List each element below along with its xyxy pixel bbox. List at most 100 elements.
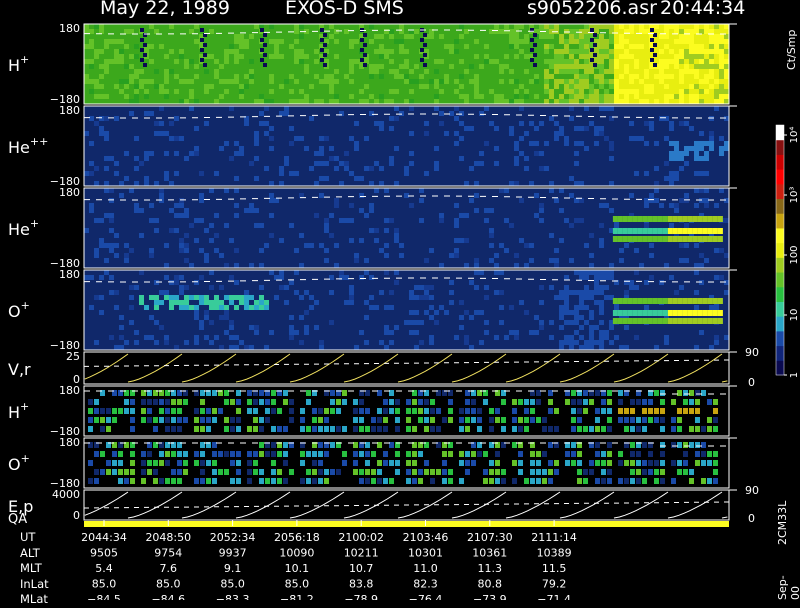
- heat-cell: [404, 171, 409, 176]
- heat-cell: [524, 54, 529, 59]
- block-cell: [206, 426, 211, 432]
- heat-cell: [454, 248, 459, 253]
- block-cell: [548, 426, 553, 432]
- heat-cell: [143, 53, 147, 57]
- heat-cell: [559, 345, 564, 350]
- heat-cell: [659, 203, 664, 208]
- block-cell: [618, 390, 623, 396]
- heat-cell: [114, 49, 119, 54]
- heat-cell: [214, 300, 219, 305]
- heat-cell: [294, 49, 299, 54]
- block-cell: [442, 478, 447, 484]
- heat-cell: [524, 310, 529, 315]
- heat-cell: [719, 84, 724, 89]
- heat-cell: [224, 295, 229, 300]
- block-cell: [554, 460, 559, 466]
- heat-cell: [669, 54, 674, 59]
- heat-cell: [699, 84, 704, 89]
- heat-cell: [234, 74, 239, 79]
- heat-cell: [699, 89, 704, 94]
- heat-cell: [264, 166, 269, 171]
- heat-cell: [99, 131, 104, 136]
- block-cell: [236, 408, 241, 414]
- heat-cell: [699, 99, 704, 104]
- heat-cell: [109, 198, 114, 203]
- heat-cell: [694, 290, 699, 295]
- heat-cell: [624, 89, 629, 94]
- heat-cell: [657, 228, 663, 234]
- panel-label-sup: +: [30, 217, 39, 230]
- heat-cell: [574, 79, 579, 84]
- heat-cell: [669, 49, 674, 54]
- heat-cell: [684, 24, 689, 29]
- heat-cell: [379, 181, 384, 186]
- heat-cell: [389, 305, 394, 310]
- block-cell: [230, 478, 235, 484]
- heat-cell: [363, 33, 367, 37]
- heat-cell: [204, 228, 209, 233]
- block-cell: [389, 478, 394, 484]
- heat-cell: [624, 59, 629, 64]
- heat-cell: [199, 320, 204, 325]
- heat-cell: [154, 84, 159, 89]
- block-cell: [654, 460, 659, 466]
- heat-cell: [239, 300, 244, 305]
- heat-cell: [574, 290, 579, 295]
- heat-cell: [249, 208, 254, 213]
- heat-cell: [99, 24, 104, 29]
- heat-cell: [214, 99, 219, 104]
- heat-cell: [414, 79, 419, 84]
- heat-cell: [219, 79, 224, 84]
- block-cell: [607, 390, 612, 396]
- block-cell: [183, 469, 188, 475]
- heat-cell: [569, 258, 574, 263]
- heat-cell: [409, 34, 414, 39]
- heat-cell: [564, 141, 569, 146]
- heat-cell: [574, 59, 579, 64]
- heat-cell: [159, 300, 164, 305]
- heat-cell: [544, 49, 549, 54]
- heat-cell: [674, 84, 679, 89]
- heat-cell: [609, 79, 614, 84]
- block-cell: [459, 408, 464, 414]
- heat-cell: [104, 181, 109, 186]
- heat-cell: [474, 74, 479, 79]
- block-cell: [530, 408, 535, 414]
- block-cell: [501, 399, 506, 405]
- heat-cell: [294, 79, 299, 84]
- heat-cell: [469, 198, 474, 203]
- heat-cell: [384, 243, 389, 248]
- heat-cell: [544, 34, 549, 39]
- heat-cell: [189, 295, 194, 300]
- block-cell: [112, 469, 117, 475]
- heat-cell: [594, 340, 599, 345]
- block-cell: [483, 399, 488, 405]
- heat-cell: [664, 340, 669, 345]
- heat-cell: [84, 228, 89, 233]
- heat-cell: [519, 198, 524, 203]
- block-cell: [259, 451, 264, 457]
- heat-cell: [264, 106, 269, 111]
- heat-cell: [104, 166, 109, 171]
- block-cell: [106, 417, 111, 423]
- heat-cell: [224, 141, 229, 146]
- heat-cell: [334, 166, 339, 171]
- block-cell: [595, 426, 600, 432]
- heat-cell: [679, 49, 684, 54]
- block-cell: [577, 469, 582, 475]
- heat-cell: [709, 89, 714, 94]
- block-cell: [259, 399, 264, 405]
- orbit-value-inlat: 82.3: [413, 578, 438, 591]
- heat-cell: [134, 89, 139, 94]
- heat-cell: [84, 131, 89, 136]
- heat-cell: [379, 34, 384, 39]
- heat-cell: [99, 243, 104, 248]
- heat-cell: [139, 69, 144, 74]
- heat-cell: [349, 285, 354, 290]
- heat-cell: [474, 270, 479, 275]
- heat-cell: [637, 216, 643, 222]
- heat-cell: [709, 79, 714, 84]
- heat-cell: [674, 79, 679, 84]
- heat-cell: [709, 131, 714, 136]
- block-cell: [406, 399, 411, 405]
